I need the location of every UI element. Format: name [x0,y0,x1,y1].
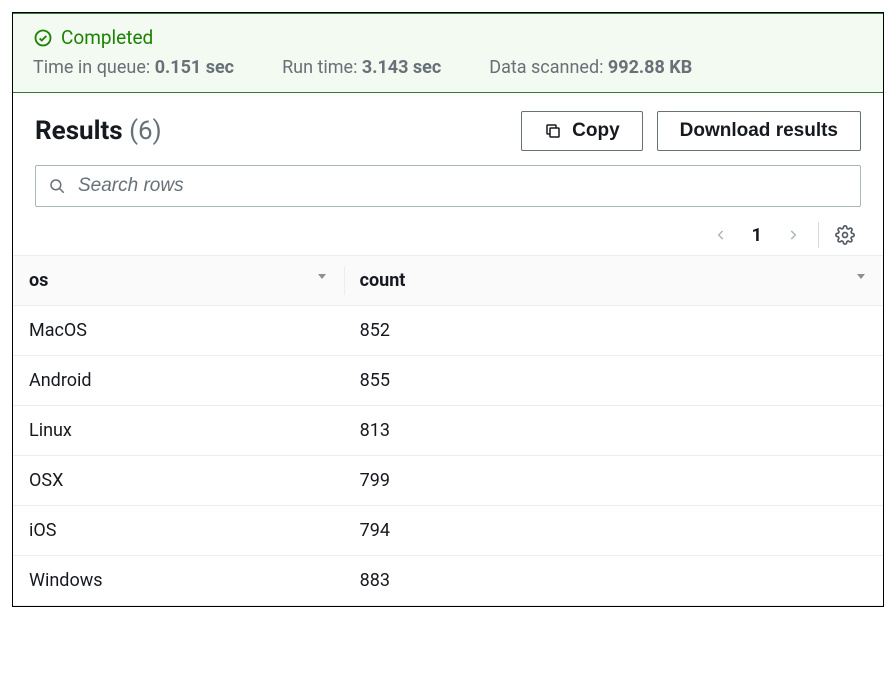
cell-count: 794 [344,506,883,556]
table-row: iOS794 [13,506,883,556]
table-row: Android855 [13,356,883,406]
search-input[interactable] [76,174,848,198]
divider [818,222,819,248]
cell-os: iOS [13,506,344,556]
table-row: OSX799 [13,456,883,506]
run-time-label: Run time: [282,57,357,78]
download-results-label: Download results [680,120,838,142]
copy-icon [544,122,562,140]
cell-os: Android [13,356,344,406]
status-label: Completed [61,26,153,49]
data-scanned-value: 992.88 KB [608,57,692,78]
results-table: os count MacOS852Android855Linux813OSX79… [13,255,883,606]
cell-count: 813 [344,406,883,456]
run-time-value: 3.143 sec [362,57,441,78]
copy-button-label: Copy [572,120,620,142]
cell-os: OSX [13,456,344,506]
table-row: Linux813 [13,406,883,456]
cell-os: Linux [13,406,344,456]
column-header-os-label: os [29,270,48,291]
table-row: Windows883 [13,556,883,606]
check-circle-icon [33,28,53,48]
settings-button[interactable] [833,223,857,247]
run-time-metric: Run time: 3.143 sec [282,57,441,78]
data-scanned-metric: Data scanned: 992.88 KB [489,57,692,78]
queue-time-metric: Time in queue: 0.151 sec [33,57,234,78]
cell-os: Windows [13,556,344,606]
results-count: (6) [129,116,162,146]
sort-icon[interactable] [855,270,867,282]
cell-count: 883 [344,556,883,606]
cell-os: MacOS [13,306,344,356]
queue-time-value: 0.151 sec [155,57,234,78]
sort-icon[interactable] [316,270,328,282]
cell-count: 855 [344,356,883,406]
column-header-os[interactable]: os [13,256,344,306]
column-header-count[interactable]: count [344,256,883,306]
next-page-button[interactable] [782,221,804,249]
search-rows-field[interactable] [35,165,861,207]
page-number: 1 [746,225,768,246]
column-header-count-label: count [360,270,406,291]
status-bar: Completed Time in queue: 0.151 sec Run t… [13,13,883,93]
copy-button[interactable]: Copy [521,111,643,151]
download-results-button[interactable]: Download results [657,111,861,151]
prev-page-button[interactable] [710,221,732,249]
results-title: Results (6) [35,116,162,146]
cell-count: 852 [344,306,883,356]
query-results-panel: Completed Time in queue: 0.151 sec Run t… [12,12,884,607]
cell-count: 799 [344,456,883,506]
table-row: MacOS852 [13,306,883,356]
search-icon [48,177,66,195]
queue-time-label: Time in queue: [33,57,150,78]
results-title-text: Results [35,116,123,146]
data-scanned-label: Data scanned: [489,57,603,78]
